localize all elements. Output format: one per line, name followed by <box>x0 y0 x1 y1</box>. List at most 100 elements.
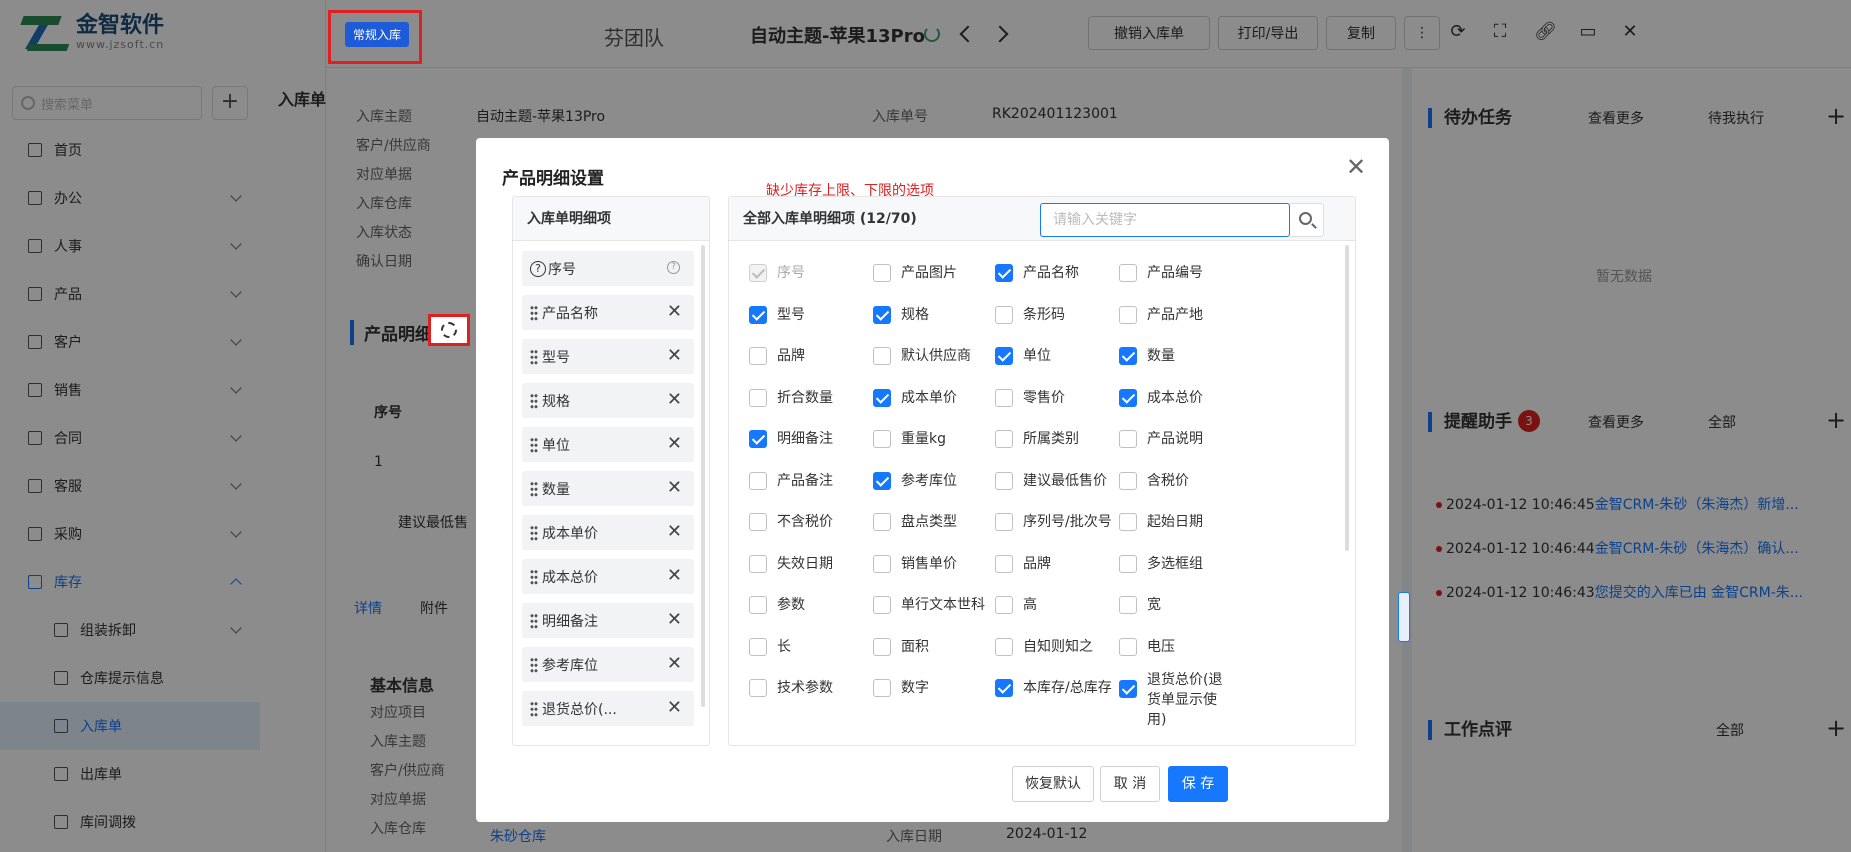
drag-handle-icon[interactable] <box>530 436 538 453</box>
option-checkbox[interactable]: 宽 <box>1119 595 1161 615</box>
search-button[interactable] <box>1290 203 1324 237</box>
option-checkbox[interactable]: 成本单价 <box>873 388 957 408</box>
selected-item[interactable]: 单位 ✕ <box>522 427 694 462</box>
option-checkbox[interactable]: 起始日期 <box>1119 512 1203 532</box>
checkbox-icon <box>749 388 767 407</box>
remove-icon[interactable]: ✕ <box>667 523 682 541</box>
left-scrollbar[interactable] <box>701 245 705 707</box>
selected-item-label: 退货总价(... <box>542 701 617 718</box>
option-checkbox[interactable]: 型号 <box>749 305 805 325</box>
option-label: 技术参数 <box>777 680 833 696</box>
option-checkbox[interactable]: 不含税价 <box>749 512 833 532</box>
option-checkbox[interactable]: 序列号/批次号 <box>995 512 1112 532</box>
option-checkbox[interactable]: 产品图片 <box>873 263 957 283</box>
option-checkbox[interactable]: 品牌 <box>995 554 1051 574</box>
option-checkbox[interactable]: 本库存/总库存 <box>995 678 1112 698</box>
selected-item[interactable]: 成本单价 ✕ <box>522 515 694 550</box>
drag-handle-icon[interactable] <box>530 480 538 497</box>
remove-icon[interactable]: ✕ <box>667 567 682 585</box>
selected-item[interactable]: 数量 ✕ <box>522 471 694 506</box>
option-label: 不含税价 <box>777 514 833 530</box>
checkbox-checked-icon <box>749 430 767 448</box>
option-checkbox[interactable]: 产品名称 <box>995 263 1079 283</box>
selected-item-label: 明细备注 <box>542 613 598 630</box>
option-checkbox[interactable]: 参数 <box>749 595 805 615</box>
selected-item[interactable]: 产品名称 ✕ <box>522 295 694 330</box>
gear-icon[interactable] <box>441 322 457 338</box>
close-icon[interactable]: ✕ <box>1345 155 1367 179</box>
drag-handle-icon[interactable] <box>530 612 538 629</box>
option-checkbox[interactable]: 自知则知之 <box>995 637 1093 657</box>
remove-icon[interactable]: ✕ <box>667 699 682 717</box>
option-checkbox[interactable]: 明细备注 <box>749 429 833 449</box>
option-checkbox[interactable]: 重量kg <box>873 429 946 449</box>
reset-default-button[interactable]: 恢复默认 <box>1012 766 1094 802</box>
option-checkbox[interactable]: 退货总价(退货单显示使用) <box>1119 670 1229 730</box>
save-button[interactable]: 保 存 <box>1168 766 1228 802</box>
selected-item-label: 成本单价 <box>542 525 598 542</box>
option-checkbox[interactable]: 盘点类型 <box>873 512 957 532</box>
checkbox-icon <box>749 554 767 573</box>
option-checkbox[interactable]: 规格 <box>873 305 929 325</box>
remove-icon[interactable]: ✕ <box>667 391 682 409</box>
option-checkbox[interactable]: 销售单价 <box>873 554 957 574</box>
selected-item[interactable]: 成本总价 ✕ <box>522 559 694 594</box>
option-checkbox[interactable]: 多选框组 <box>1119 554 1203 574</box>
selected-item[interactable]: 规格 ✕ <box>522 383 694 418</box>
keyword-search-input[interactable] <box>1040 203 1290 237</box>
option-checkbox[interactable]: 产品说明 <box>1119 429 1203 449</box>
option-checkbox[interactable]: 默认供应商 <box>873 346 971 366</box>
remove-icon[interactable]: ✕ <box>667 655 682 673</box>
remove-icon[interactable]: ✕ <box>667 435 682 453</box>
drag-handle-icon[interactable] <box>530 392 538 409</box>
selected-item[interactable]: 型号 ✕ <box>522 339 694 374</box>
option-checkbox[interactable]: 参考库位 <box>873 471 957 491</box>
option-checkbox[interactable]: 电压 <box>1119 637 1175 657</box>
checkbox-icon <box>749 471 767 490</box>
selected-item[interactable]: 参考库位 ✕ <box>522 647 694 682</box>
option-checkbox[interactable]: 产品产地 <box>1119 305 1203 325</box>
remove-icon[interactable]: ✕ <box>667 303 682 321</box>
option-checkbox[interactable]: 成本总价 <box>1119 388 1203 408</box>
panel-toggle-handle[interactable] <box>1398 592 1410 642</box>
selected-item[interactable]: 明细备注 ✕ <box>522 603 694 638</box>
remove-icon[interactable]: ✕ <box>667 611 682 629</box>
option-checkbox[interactable]: 产品备注 <box>749 471 833 491</box>
option-checkbox[interactable]: 单行文本世科 <box>873 595 985 615</box>
selected-item[interactable]: ? 序号? <box>522 251 694 286</box>
option-label: 型号 <box>777 306 805 323</box>
option-checkbox[interactable]: 技术参数 <box>749 678 833 698</box>
option-checkbox[interactable]: 条形码 <box>995 305 1065 325</box>
drag-handle-icon[interactable] <box>530 568 538 585</box>
option-checkbox[interactable]: 数字 <box>873 678 929 698</box>
option-label: 序列号/批次号 <box>1023 514 1112 530</box>
remove-icon[interactable]: ✕ <box>667 479 682 497</box>
drag-handle-icon[interactable] <box>530 304 538 321</box>
right-scrollbar[interactable] <box>1345 245 1349 551</box>
option-checkbox[interactable]: 所属类别 <box>995 429 1079 449</box>
option-checkbox[interactable]: 零售价 <box>995 388 1065 408</box>
option-checkbox[interactable]: 产品编号 <box>1119 263 1203 283</box>
drag-handle-icon[interactable] <box>530 700 538 717</box>
option-checkbox[interactable]: 建议最低售价 <box>995 471 1107 491</box>
drag-handle-icon[interactable] <box>530 656 538 673</box>
checkbox-icon <box>1119 596 1137 614</box>
option-checkbox[interactable]: 含税价 <box>1119 471 1189 491</box>
drag-handle-icon[interactable] <box>530 348 538 365</box>
option-checkbox[interactable]: 面积 <box>873 637 929 657</box>
cancel-button[interactable]: 取 消 <box>1100 766 1160 802</box>
option-checkbox[interactable]: 长 <box>749 637 791 657</box>
drag-handle-icon[interactable] <box>530 524 538 541</box>
option-checkbox[interactable]: 品牌 <box>749 346 805 366</box>
checkbox-icon <box>873 554 891 573</box>
option-label: 重量kg <box>901 431 946 447</box>
selected-item[interactable]: 退货总价(... ✕ <box>522 691 694 726</box>
option-checkbox[interactable]: 单位 <box>995 346 1051 366</box>
checkbox-icon <box>1119 554 1137 573</box>
option-checkbox[interactable]: 失效日期 <box>749 554 833 574</box>
remove-icon[interactable]: ✕ <box>667 347 682 365</box>
option-checkbox[interactable]: 数量 <box>1119 346 1175 366</box>
option-checkbox[interactable]: 高 <box>995 595 1037 615</box>
option-checkbox[interactable]: 折合数量 <box>749 388 833 408</box>
settings-highlight-box[interactable] <box>428 314 470 346</box>
